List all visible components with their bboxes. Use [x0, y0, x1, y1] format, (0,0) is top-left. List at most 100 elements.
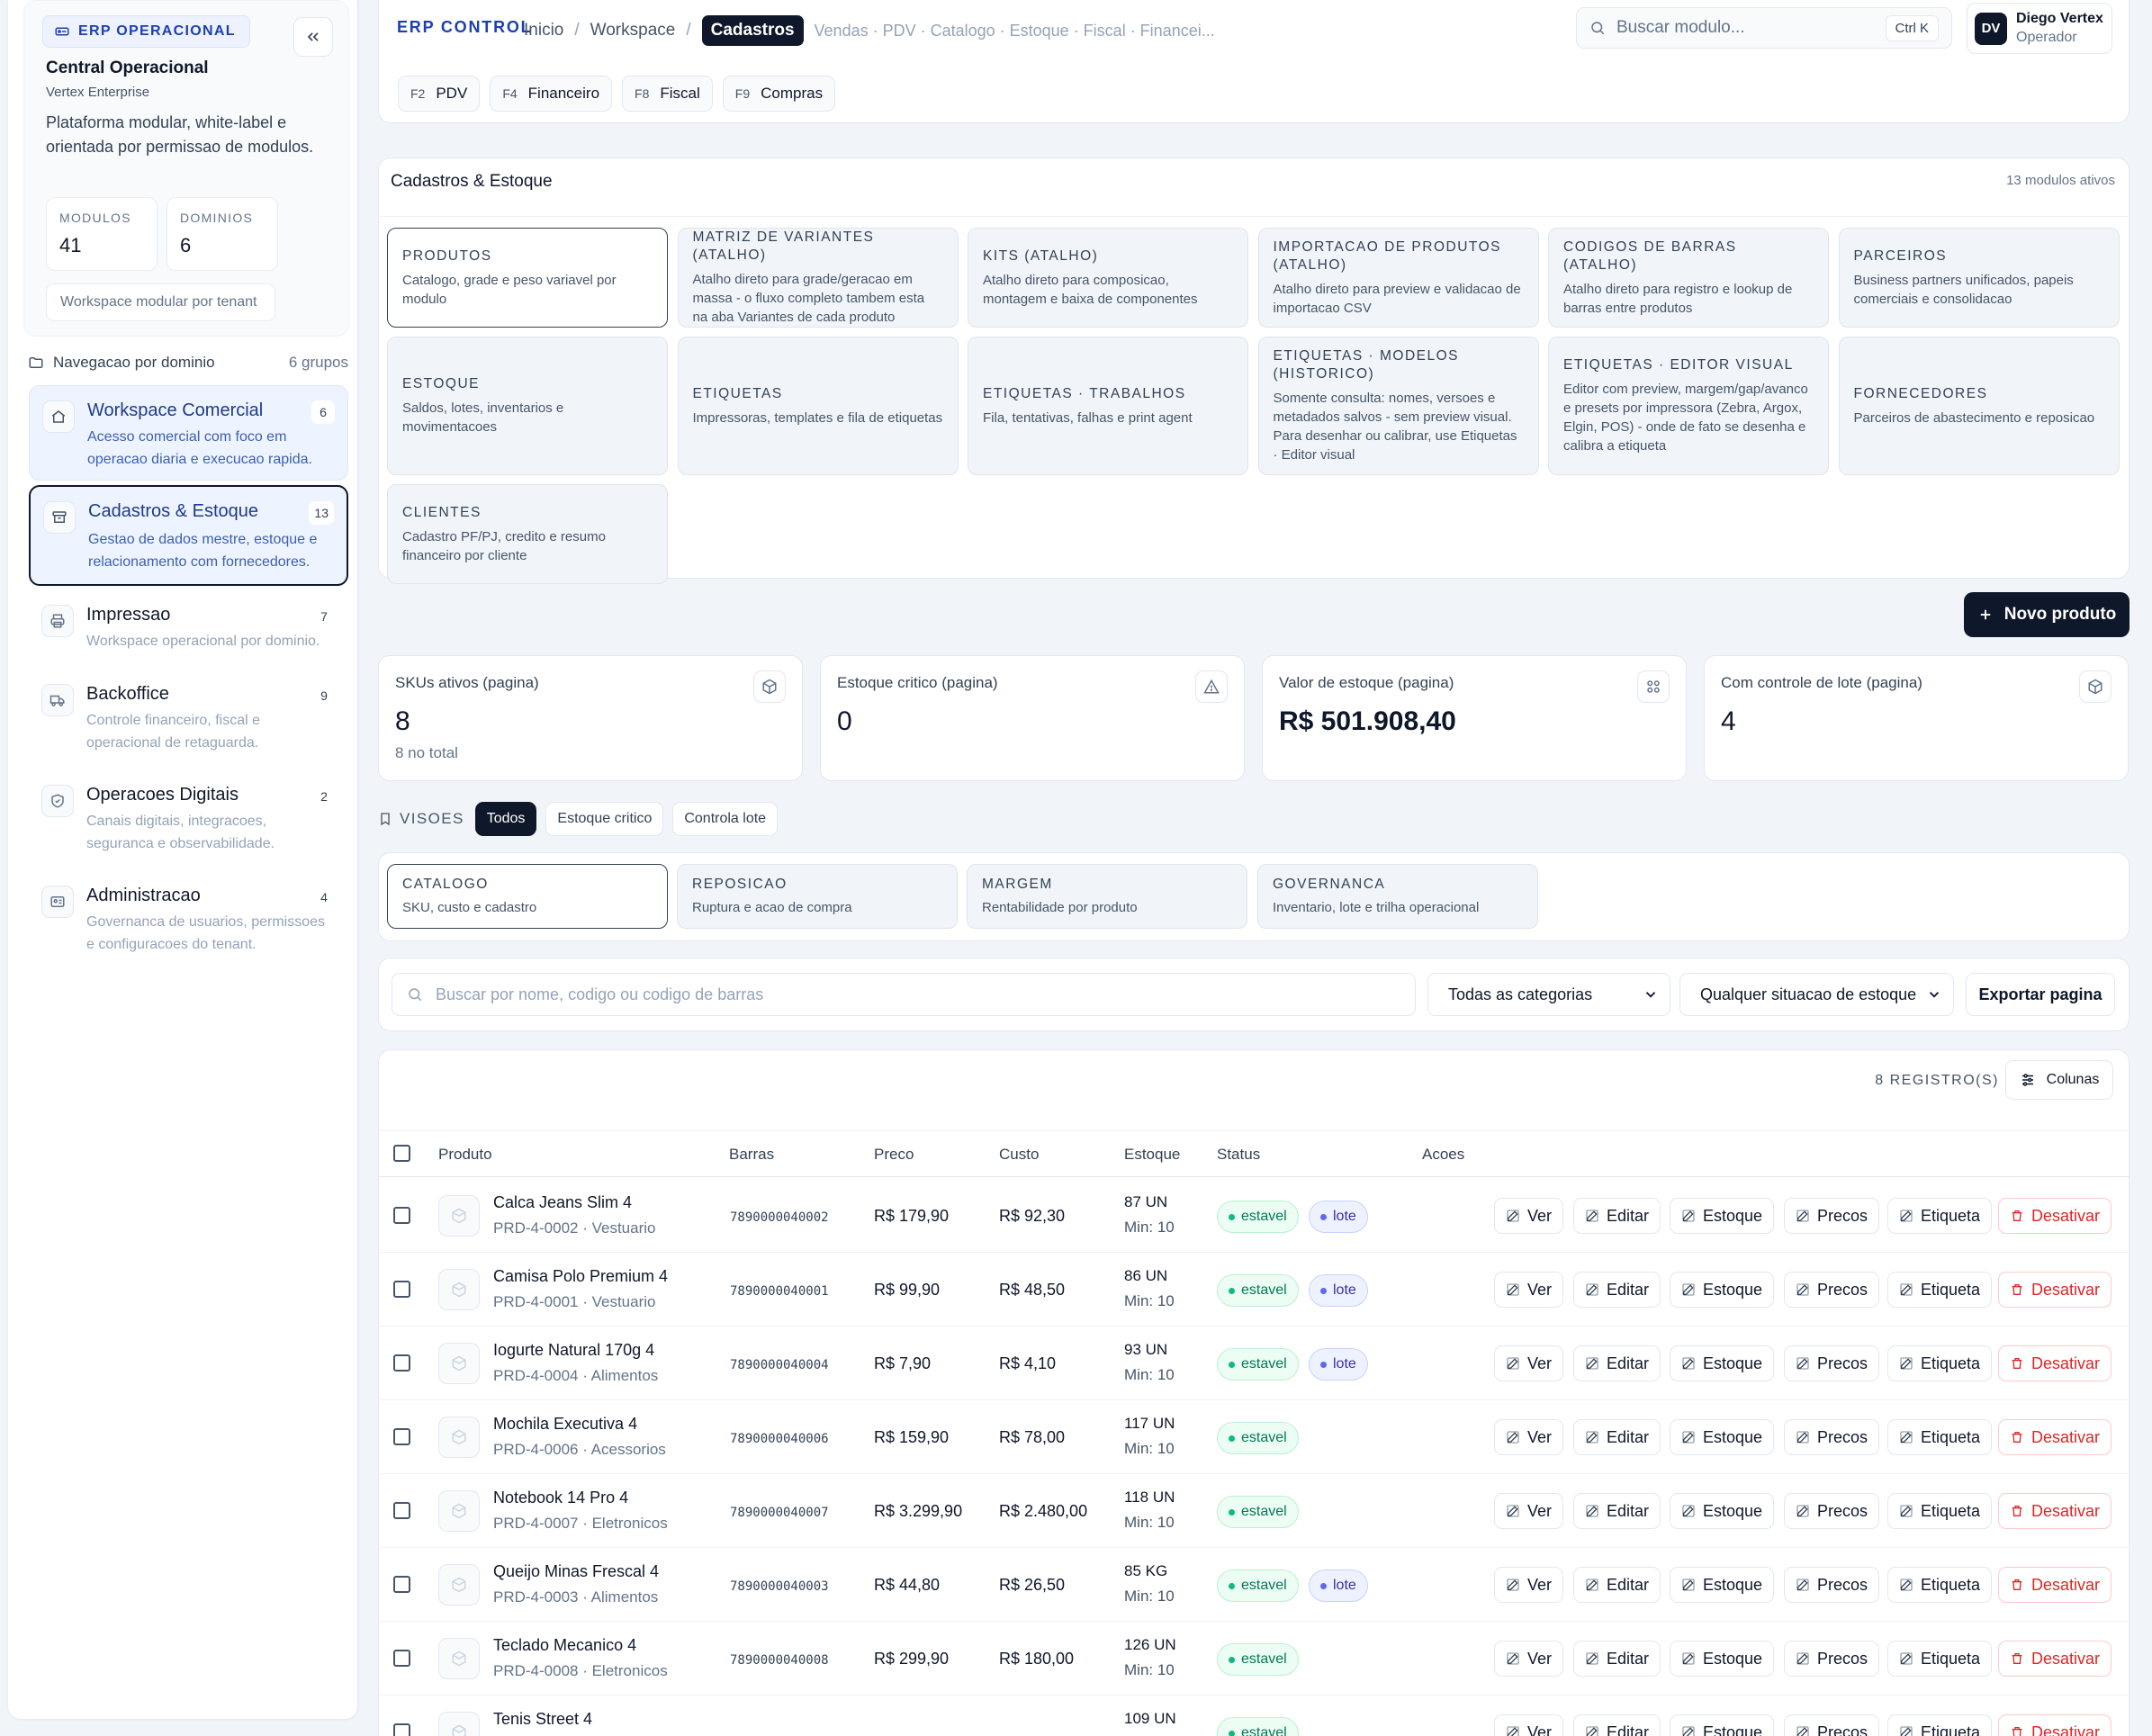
module-card-etiquetas-trabalhos[interactable]: ETIQUETAS · TRABALHOS Fila, tentativas, f… — [968, 337, 1248, 475]
row-checkbox[interactable] — [393, 1723, 410, 1736]
sidebar-item-backoffice[interactable]: Backoffice 9 Controle financeiro, fiscal… — [29, 670, 348, 767]
action-etiqueta-button[interactable]: Etiqueta — [1887, 1714, 1993, 1736]
action-etiqueta-button[interactable]: Etiqueta — [1887, 1198, 1993, 1234]
action-estoque-button[interactable]: Estoque — [1670, 1567, 1775, 1603]
action-estoque-button[interactable]: Estoque — [1670, 1419, 1775, 1455]
view-tab-estoque-critico[interactable]: Estoque critico — [545, 802, 664, 836]
action-ver-button[interactable]: Ver — [1494, 1714, 1564, 1736]
product-name[interactable]: Teclado Mecanico 4 — [493, 1636, 636, 1655]
row-checkbox[interactable] — [393, 1650, 410, 1667]
action-precos-button[interactable]: Precos — [1784, 1419, 1880, 1455]
action-ver-button[interactable]: Ver — [1494, 1641, 1564, 1677]
row-checkbox[interactable] — [393, 1502, 410, 1519]
view-card-reposicao[interactable]: REPOSICAO Ruptura e acao de compra — [677, 864, 958, 929]
action-desativar-button[interactable]: Desativar — [1998, 1641, 2112, 1677]
sidebar-item-administracao[interactable]: Administracao 4 Governanca de usuarios, … — [29, 871, 348, 968]
module-card-matriz-de-variantes-atalho[interactable]: MATRIZ DE VARIANTES (ATALHO) Atalho diret… — [677, 228, 959, 328]
action-desativar-button[interactable]: Desativar — [1998, 1567, 2112, 1603]
row-checkbox[interactable] — [393, 1207, 410, 1224]
user-menu[interactable]: DV Diego Vertex Operador — [1967, 3, 2112, 54]
action-editar-button[interactable]: Editar — [1573, 1641, 1661, 1677]
action-estoque-button[interactable]: Estoque — [1670, 1714, 1775, 1736]
product-name[interactable]: Queijo Minas Frescal 4 — [493, 1562, 659, 1581]
action-estoque-button[interactable]: Estoque — [1670, 1345, 1775, 1381]
action-precos-button[interactable]: Precos — [1784, 1493, 1880, 1529]
shortcut-fiscal[interactable]: F8 Fiscal — [622, 76, 713, 112]
action-editar-button[interactable]: Editar — [1573, 1493, 1661, 1529]
module-card-fornecedores[interactable]: FORNECEDORES Parceiros de abastecimento e… — [1838, 337, 2120, 475]
action-desativar-button[interactable]: Desativar — [1998, 1272, 2112, 1308]
view-tab-todos[interactable]: Todos — [474, 802, 537, 836]
action-precos-button[interactable]: Precos — [1784, 1198, 1880, 1234]
collapse-sidebar-button[interactable] — [293, 17, 333, 57]
action-etiqueta-button[interactable]: Etiqueta — [1887, 1493, 1993, 1529]
action-estoque-button[interactable]: Estoque — [1670, 1493, 1775, 1529]
sidebar-item-operacoes-digitais[interactable]: Operacoes Digitais 2 Canais digitais, in… — [29, 770, 348, 868]
action-precos-button[interactable]: Precos — [1784, 1567, 1880, 1603]
action-ver-button[interactable]: Ver — [1494, 1198, 1564, 1234]
action-ver-button[interactable]: Ver — [1494, 1493, 1564, 1529]
view-card-catalogo[interactable]: CATALOGO SKU, custo e cadastro — [387, 864, 668, 929]
action-precos-button[interactable]: Precos — [1784, 1714, 1880, 1736]
view-tab-controla-lote[interactable]: Controla lote — [672, 802, 779, 836]
action-desativar-button[interactable]: Desativar — [1998, 1198, 2112, 1234]
breadcrumb-workspace[interactable]: Workspace — [590, 21, 676, 40]
action-etiqueta-button[interactable]: Etiqueta — [1887, 1567, 1993, 1603]
product-name[interactable]: Tenis Street 4 — [493, 1710, 592, 1729]
new-product-button[interactable]: Novo produto — [1964, 592, 2129, 637]
product-name[interactable]: Calca Jeans Slim 4 — [493, 1193, 632, 1212]
action-ver-button[interactable]: Ver — [1494, 1272, 1564, 1308]
module-search-input[interactable]: Buscar modulo... Ctrl K — [1576, 7, 1952, 49]
action-precos-button[interactable]: Precos — [1784, 1345, 1880, 1381]
product-name[interactable]: Notebook 14 Pro 4 — [493, 1489, 628, 1507]
module-card-etiquetas-modelos-historico[interactable]: ETIQUETAS · MODELOS (HISTORICO) Somente c… — [1257, 337, 1539, 475]
module-card-kits-atalho[interactable]: KITS (ATALHO) Atalho direto para composic… — [968, 228, 1248, 328]
action-ver-button[interactable]: Ver — [1494, 1345, 1564, 1381]
sidebar-item-impressao[interactable]: Impressao 7 Workspace operacional por do… — [29, 590, 348, 666]
module-card-etiquetas[interactable]: ETIQUETAS Impressoras, templates e fila d… — [677, 337, 959, 475]
module-card-produtos[interactable]: PRODUTOS Catalogo, grade e peso variavel … — [387, 228, 668, 328]
category-select[interactable]: Todas as categorias — [1427, 973, 1670, 1016]
view-card-governanca[interactable]: GOVERNANCA Inventario, lote e trilha oper… — [1257, 864, 1538, 929]
row-checkbox[interactable] — [393, 1281, 410, 1298]
row-checkbox[interactable] — [393, 1354, 410, 1372]
product-search-input[interactable]: Buscar por nome, codigo ou codigo de bar… — [392, 973, 1416, 1016]
action-editar-button[interactable]: Editar — [1573, 1272, 1661, 1308]
module-card-estoque[interactable]: ESTOQUE Saldos, lotes, inventarios e movi… — [387, 337, 668, 475]
sidebar-item-cadastros-estoque[interactable]: Cadastros & Estoque 13 Gestao de dados m… — [29, 485, 348, 586]
breadcrumb-inicio[interactable]: Inicio — [524, 21, 563, 40]
action-desativar-button[interactable]: Desativar — [1998, 1419, 2112, 1455]
action-estoque-button[interactable]: Estoque — [1670, 1641, 1775, 1677]
action-editar-button[interactable]: Editar — [1573, 1567, 1661, 1603]
product-name[interactable]: Iogurte Natural 170g 4 — [493, 1341, 654, 1360]
action-editar-button[interactable]: Editar — [1573, 1198, 1661, 1234]
action-etiqueta-button[interactable]: Etiqueta — [1887, 1272, 1993, 1308]
action-editar-button[interactable]: Editar — [1573, 1345, 1661, 1381]
module-card-parceiros[interactable]: PARCEIROS Business partners unificados, p… — [1838, 228, 2120, 328]
stock-status-select[interactable]: Qualquer situacao de estoque — [1679, 973, 1954, 1016]
row-checkbox[interactable] — [393, 1428, 410, 1445]
shortcut-compras[interactable]: F9 Compras — [722, 76, 836, 112]
select-all-checkbox[interactable] — [393, 1145, 410, 1162]
columns-button[interactable]: Colunas — [2005, 1060, 2113, 1100]
action-desativar-button[interactable]: Desativar — [1998, 1493, 2112, 1529]
action-ver-button[interactable]: Ver — [1494, 1567, 1564, 1603]
shortcut-pdv[interactable]: F2 PDV — [398, 76, 481, 112]
action-editar-button[interactable]: Editar — [1573, 1419, 1661, 1455]
action-desativar-button[interactable]: Desativar — [1998, 1714, 2112, 1736]
module-card-clientes[interactable]: CLIENTES Cadastro PF/PJ, credito e resumo… — [387, 484, 668, 584]
action-estoque-button[interactable]: Estoque — [1670, 1198, 1775, 1234]
action-precos-button[interactable]: Precos — [1784, 1272, 1880, 1308]
row-checkbox[interactable] — [393, 1576, 410, 1593]
view-card-margem[interactable]: MARGEM Rentabilidade por produto — [967, 864, 1247, 929]
action-etiqueta-button[interactable]: Etiqueta — [1887, 1419, 1993, 1455]
action-etiqueta-button[interactable]: Etiqueta — [1887, 1345, 1993, 1381]
module-card-importacao-de-produtos-atalho[interactable]: IMPORTACAO DE PRODUTOS (ATALHO) Atalho di… — [1257, 228, 1539, 328]
module-card-etiquetas-editor-visual[interactable]: ETIQUETAS · EDITOR VISUAL Editor com prev… — [1548, 337, 1829, 475]
shortcut-financeiro[interactable]: F4 Financeiro — [490, 76, 613, 112]
product-name[interactable]: Mochila Executiva 4 — [493, 1415, 637, 1434]
action-desativar-button[interactable]: Desativar — [1998, 1345, 2112, 1381]
action-precos-button[interactable]: Precos — [1784, 1641, 1880, 1677]
export-page-button[interactable]: Exportar pagina — [1966, 973, 2115, 1016]
action-estoque-button[interactable]: Estoque — [1670, 1272, 1775, 1308]
